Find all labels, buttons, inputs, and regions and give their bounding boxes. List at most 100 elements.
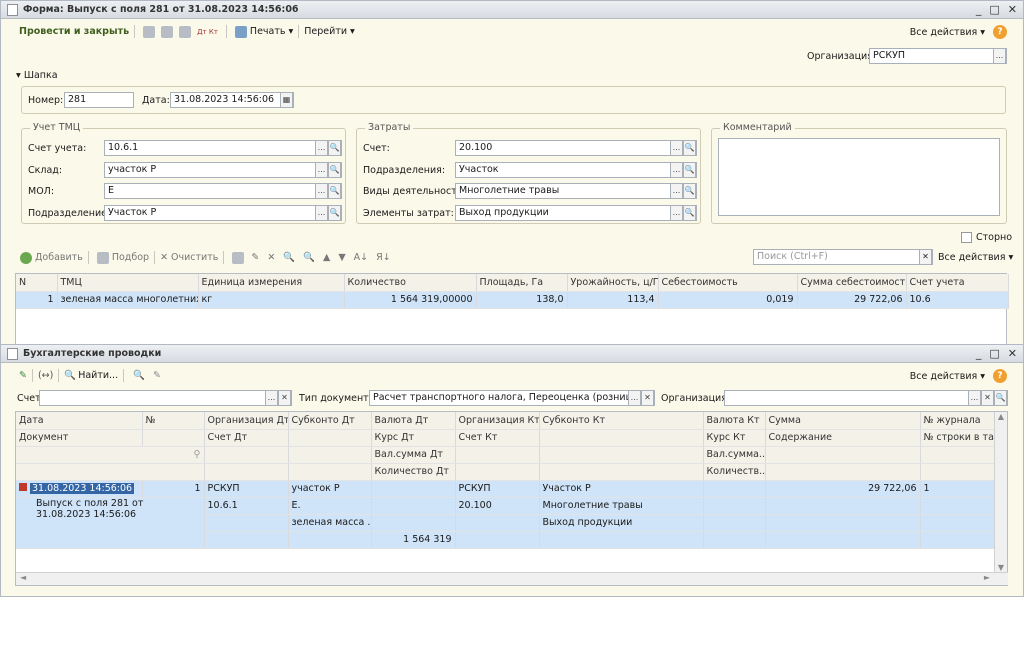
uchet-dept-field[interactable]: Участок Р ... 🔍: [104, 205, 342, 221]
dt-kt-button[interactable]: Дт Кт: [197, 28, 218, 36]
filter-org-search-icon[interactable]: 🔍: [994, 391, 1007, 405]
entry-date[interactable]: 31.08.2023 14:56:06: [16, 480, 143, 498]
org-select-button[interactable]: ...: [993, 49, 1006, 63]
entry-cell[interactable]: [455, 531, 540, 549]
table-cell[interactable]: 1: [16, 291, 58, 309]
pencil-icon[interactable]: ✎: [153, 370, 161, 381]
warehouse-field[interactable]: участок Р ... 🔍: [104, 162, 342, 178]
table-cell[interactable]: кг: [198, 291, 345, 309]
mol-field[interactable]: Е ... 🔍: [104, 183, 342, 199]
mol-search-icon[interactable]: 🔍: [328, 184, 341, 198]
copy-icon[interactable]: [232, 251, 245, 264]
toggle-icon[interactable]: (↔): [38, 370, 53, 381]
column-header[interactable]: № строки в табл: [920, 429, 997, 447]
entry-sub-kt[interactable]: Многолетние травы: [539, 497, 704, 515]
edit-icon[interactable]: ✎: [251, 252, 259, 263]
goto-menu[interactable]: Перейти ▾: [304, 26, 355, 37]
entry-cell[interactable]: [288, 531, 372, 549]
entry-cell[interactable]: [371, 480, 456, 498]
maximize-icon[interactable]: □: [989, 347, 999, 360]
search-clear-icon[interactable]: ✕: [919, 250, 932, 264]
filter-account-clear-icon[interactable]: ✕: [278, 391, 291, 405]
column-header[interactable]: Урожайность, ц/Га: [567, 274, 659, 292]
costs-account-search-icon[interactable]: 🔍: [683, 141, 696, 155]
filter-doc-type-field[interactable]: Расчет транспортного налога, Переоценка …: [369, 390, 655, 406]
uchet-dept-search-icon[interactable]: 🔍: [328, 206, 341, 220]
elements-search-icon[interactable]: 🔍: [683, 206, 696, 220]
activity-field[interactable]: Многолетние травы ... 🔍: [455, 183, 697, 199]
column-header[interactable]: Единица измерения: [198, 274, 345, 292]
activity-select-button[interactable]: ...: [670, 184, 683, 198]
column-header[interactable]: Организация Кт: [455, 412, 540, 430]
storno-checkbox[interactable]: Сторно: [961, 232, 1012, 243]
filter-icon[interactable]: ⚲: [194, 449, 201, 460]
entry-sub-kt[interactable]: Участок Р: [539, 480, 704, 498]
mol-select-button[interactable]: ...: [315, 184, 328, 198]
print-menu[interactable]: Печать ▾: [250, 26, 293, 37]
post-icon[interactable]: [161, 25, 174, 38]
entry-cell[interactable]: [204, 514, 289, 532]
entry-journal[interactable]: 1: [920, 480, 997, 498]
column-header[interactable]: Валюта Кт: [703, 412, 766, 430]
costs-dept-field[interactable]: Участок ... 🔍: [455, 162, 697, 178]
column-header[interactable]: Субконто Кт: [539, 412, 704, 430]
entries-all-actions-menu[interactable]: Все действия ▾: [910, 371, 985, 382]
elements-select-button[interactable]: ...: [670, 206, 683, 220]
table-cell[interactable]: 138,0: [476, 291, 568, 309]
clear-button[interactable]: Очистить: [171, 252, 218, 263]
add-button[interactable]: Добавить: [35, 252, 83, 263]
entry-cell[interactable]: [765, 497, 921, 515]
costs-account-select-button[interactable]: ...: [670, 141, 683, 155]
costs-dept-search-icon[interactable]: 🔍: [683, 163, 696, 177]
account-field[interactable]: 10.6.1 ... 🔍: [104, 140, 342, 156]
column-header[interactable]: Счет Дт: [204, 429, 289, 447]
close-icon[interactable]: ✕: [1008, 347, 1017, 360]
sort-desc-icon[interactable]: Я↓: [376, 252, 391, 263]
costs-account-field[interactable]: 20.100 ... 🔍: [455, 140, 697, 156]
checkbox-icon[interactable]: [961, 232, 972, 243]
column-header[interactable]: Субконто Дт: [288, 412, 372, 430]
help-icon[interactable]: ?: [993, 25, 1007, 39]
filter-doc-type-clear-icon[interactable]: ✕: [641, 391, 654, 405]
delete-icon[interactable]: ✕: [267, 252, 275, 263]
table-row[interactable]: 1 зеленая масса многолетних ... кг 1 564…: [16, 291, 1009, 309]
activity-search-icon[interactable]: 🔍: [683, 184, 696, 198]
entry-cell[interactable]: [204, 531, 289, 549]
column-header[interactable]: Курс Дт: [371, 429, 456, 447]
help-icon[interactable]: ?: [993, 369, 1007, 383]
column-header[interactable]: Вал.сумма Дт: [371, 446, 456, 464]
maximize-icon[interactable]: □: [989, 3, 999, 16]
save-icon[interactable]: [143, 25, 156, 38]
entry-cell[interactable]: [703, 531, 766, 549]
minimize-icon[interactable]: _: [976, 347, 982, 360]
post-and-close-button[interactable]: Провести и закрыть: [19, 26, 129, 37]
header-toggle[interactable]: ▾ Шапка: [16, 70, 58, 81]
column-header[interactable]: Количеств...: [703, 463, 766, 481]
entry-acc-dt[interactable]: 10.6.1: [204, 497, 289, 515]
entry-cell[interactable]: [703, 497, 766, 515]
table-cell[interactable]: 10.6: [906, 291, 1009, 309]
entry-cell[interactable]: [920, 514, 997, 532]
entry-num[interactable]: 1: [142, 480, 205, 498]
column-header[interactable]: Количество: [344, 274, 477, 292]
entry-qty-dt[interactable]: 1 564 319: [371, 531, 456, 549]
column-header[interactable]: Валюта Дт: [371, 412, 456, 430]
all-actions-menu[interactable]: Все действия ▾: [910, 27, 985, 38]
column-header[interactable]: Площадь, Га: [476, 274, 568, 292]
entry-cell[interactable]: [765, 531, 921, 549]
column-header[interactable]: Вал.сумма...: [703, 446, 766, 464]
calendar-icon[interactable]: ▦: [280, 93, 293, 107]
column-header[interactable]: Документ: [16, 429, 143, 447]
table-cell[interactable]: 113,4: [567, 291, 659, 309]
table-cell[interactable]: 0,019: [658, 291, 798, 309]
table-cell[interactable]: зеленая масса многолетних ...: [57, 291, 199, 309]
vertical-scrollbar[interactable]: ▲ ▼: [994, 412, 1007, 572]
date-field[interactable]: 31.08.2023 14:56:06 ▦: [170, 92, 294, 108]
table-cell[interactable]: 1 564 319,00000: [344, 291, 477, 309]
entry-cell[interactable]: [703, 480, 766, 498]
column-header[interactable]: Счет Кт: [455, 429, 540, 447]
entry-cell[interactable]: [703, 514, 766, 532]
uchet-dept-select-button[interactable]: ...: [315, 206, 328, 220]
scroll-up-icon[interactable]: ▲: [995, 412, 1007, 421]
close-icon[interactable]: ✕: [1008, 3, 1017, 16]
